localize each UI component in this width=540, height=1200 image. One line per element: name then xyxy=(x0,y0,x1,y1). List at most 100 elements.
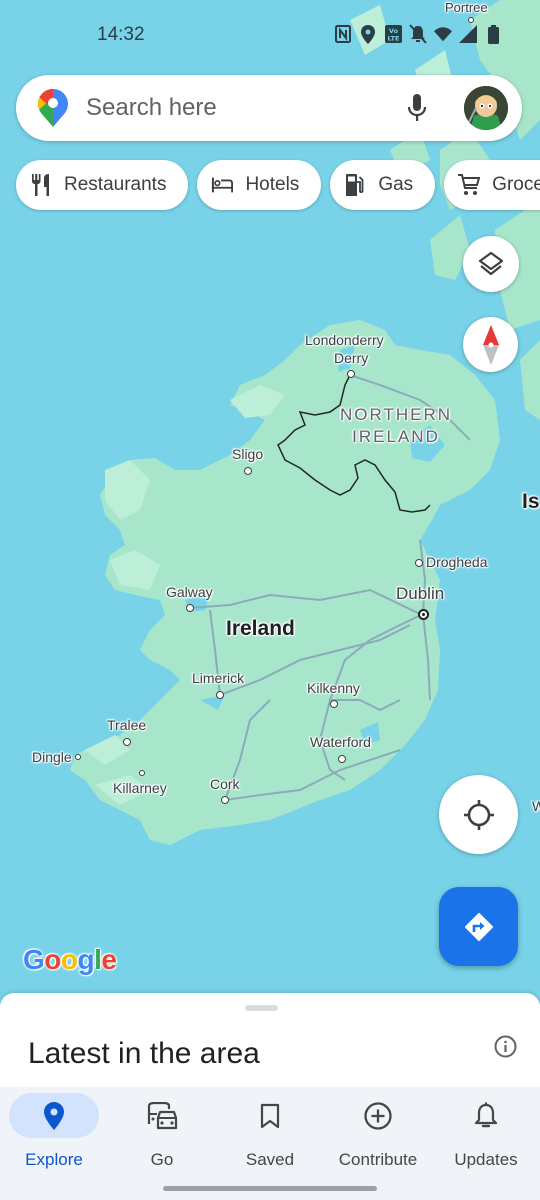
bottom-sheet[interactable]: Latest in the area xyxy=(0,993,540,1093)
chip-label: Groceries xyxy=(492,174,540,195)
volte-icon: Vo LTE xyxy=(384,24,402,44)
hotel-icon xyxy=(211,174,234,196)
category-chips: Restaurants Hotels Gas Groceries xyxy=(16,160,540,210)
map-label-drogheda[interactable]: Drogheda xyxy=(426,554,488,570)
nav-updates[interactable]: Updates xyxy=(432,1093,540,1183)
nav-saved[interactable]: Saved xyxy=(216,1093,324,1183)
nav-pill xyxy=(225,1093,315,1138)
search-bar[interactable] xyxy=(16,75,522,141)
google-logo-letter: o xyxy=(44,944,61,975)
nav-explore[interactable]: Explore xyxy=(0,1093,108,1183)
info-button[interactable] xyxy=(493,1034,518,1059)
nav-contribute[interactable]: Contribute xyxy=(324,1093,432,1183)
chip-groceries[interactable]: Groceries xyxy=(444,160,540,210)
city-marker-dingle[interactable] xyxy=(75,754,81,760)
compass-icon xyxy=(482,324,499,365)
nfc-icon xyxy=(334,24,352,44)
city-marker-waterford[interactable] xyxy=(338,755,346,763)
chip-gas[interactable]: Gas xyxy=(330,160,436,210)
signal-icon xyxy=(459,24,477,44)
bookmark-icon xyxy=(260,1103,280,1128)
city-marker-dublin[interactable] xyxy=(418,609,429,620)
my-location-icon xyxy=(463,799,494,830)
directions-button[interactable] xyxy=(439,887,518,966)
layers-icon xyxy=(478,251,504,276)
map-graphics xyxy=(70,0,540,845)
directions-icon xyxy=(464,912,493,941)
search-input[interactable] xyxy=(86,89,366,127)
status-bar: 14:32 Vo LTE xyxy=(0,0,540,70)
restaurant-icon xyxy=(30,174,52,196)
location-icon xyxy=(359,24,377,44)
sheet-title: Latest in the area xyxy=(28,1037,260,1070)
bottom-navigation: Explore Go Saved Contribute Updates xyxy=(0,1087,540,1200)
commute-icon xyxy=(147,1101,178,1129)
city-marker-galway[interactable] xyxy=(186,604,194,612)
battery-icon xyxy=(484,24,502,44)
google-logo: Google xyxy=(23,944,117,976)
city-marker-drogheda[interactable] xyxy=(415,559,423,567)
map-label-kilkenny[interactable]: Kilkenny xyxy=(307,680,360,696)
gesture-navigation-bar[interactable] xyxy=(163,1186,377,1191)
nav-label: Go xyxy=(150,1150,174,1169)
nav-label: Saved xyxy=(245,1150,295,1169)
city-marker-limerick[interactable] xyxy=(216,691,224,699)
info-icon xyxy=(494,1035,517,1058)
clock: 14:32 xyxy=(97,24,145,45)
map-label-sligo[interactable]: Sligo xyxy=(232,446,263,462)
map-label-northern-ireland[interactable]: NORTHERN IRELAND xyxy=(340,404,452,448)
map-label-limerick[interactable]: Limerick xyxy=(192,670,244,686)
region-name-line-1: NORTHERN xyxy=(340,405,453,424)
chip-label: Hotels xyxy=(245,174,300,195)
map-canvas[interactable]: Portree Londonderry Derry NORTHERN IRELA… xyxy=(0,0,540,1000)
map-label-galway[interactable]: Galway xyxy=(166,584,213,600)
chip-hotels[interactable]: Hotels xyxy=(197,160,322,210)
voice-search-button[interactable] xyxy=(402,92,432,124)
gas-station-icon xyxy=(344,174,366,196)
region-name-line-2: IRELAND xyxy=(352,427,440,446)
map-label-dublin[interactable]: Dublin xyxy=(396,584,444,604)
mic-icon xyxy=(408,94,426,121)
city-marker-tralee[interactable] xyxy=(123,738,131,746)
google-maps-logo-icon xyxy=(38,89,68,127)
add-circle-icon xyxy=(364,1101,392,1130)
nav-pill xyxy=(441,1093,531,1138)
city-marker-kilkenny[interactable] xyxy=(330,700,338,708)
mute-icon xyxy=(409,24,427,44)
status-icons: Vo LTE xyxy=(334,24,502,44)
layers-button[interactable] xyxy=(463,236,519,292)
nav-pill xyxy=(333,1093,423,1138)
wifi-icon xyxy=(434,24,452,44)
chip-label: Restaurants xyxy=(64,174,167,195)
sheet-drag-handle[interactable] xyxy=(245,1005,278,1011)
map-label-w-partial[interactable]: W xyxy=(532,798,540,814)
nav-label: Updates xyxy=(454,1150,518,1169)
chip-label: Gas xyxy=(378,174,414,195)
map-label-derry[interactable]: Derry xyxy=(334,350,368,366)
map-label-tralee[interactable]: Tralee xyxy=(107,717,146,733)
map-label-dingle[interactable]: Dingle xyxy=(32,749,72,765)
google-logo-letter: e xyxy=(101,944,117,975)
svg-text:LTE: LTE xyxy=(387,35,399,43)
map-label-isle-partial[interactable]: Is xyxy=(522,490,540,514)
account-avatar[interactable] xyxy=(464,86,508,130)
bell-icon xyxy=(474,1102,498,1127)
city-marker-cork[interactable] xyxy=(221,796,229,804)
google-logo-letter: g xyxy=(77,944,95,975)
chip-restaurants[interactable]: Restaurants xyxy=(16,160,189,210)
map-label-ireland[interactable]: Ireland xyxy=(226,617,295,641)
city-marker-killarney[interactable] xyxy=(139,770,145,776)
my-location-button[interactable] xyxy=(439,775,518,854)
explore-pin-icon xyxy=(44,1101,64,1130)
compass-button[interactable] xyxy=(463,317,518,372)
map-label-londonderry[interactable]: Londonderry xyxy=(305,332,384,348)
nav-go[interactable]: Go xyxy=(108,1093,216,1183)
map-label-killarney[interactable]: Killarney xyxy=(113,780,167,796)
google-logo-letter: G xyxy=(23,944,45,975)
city-marker-derry[interactable] xyxy=(347,370,355,378)
map-label-cork[interactable]: Cork xyxy=(210,776,240,792)
cart-icon xyxy=(458,174,481,196)
nav-label: Contribute xyxy=(338,1150,418,1169)
city-marker-sligo[interactable] xyxy=(244,467,252,475)
map-label-waterford[interactable]: Waterford xyxy=(310,734,371,750)
